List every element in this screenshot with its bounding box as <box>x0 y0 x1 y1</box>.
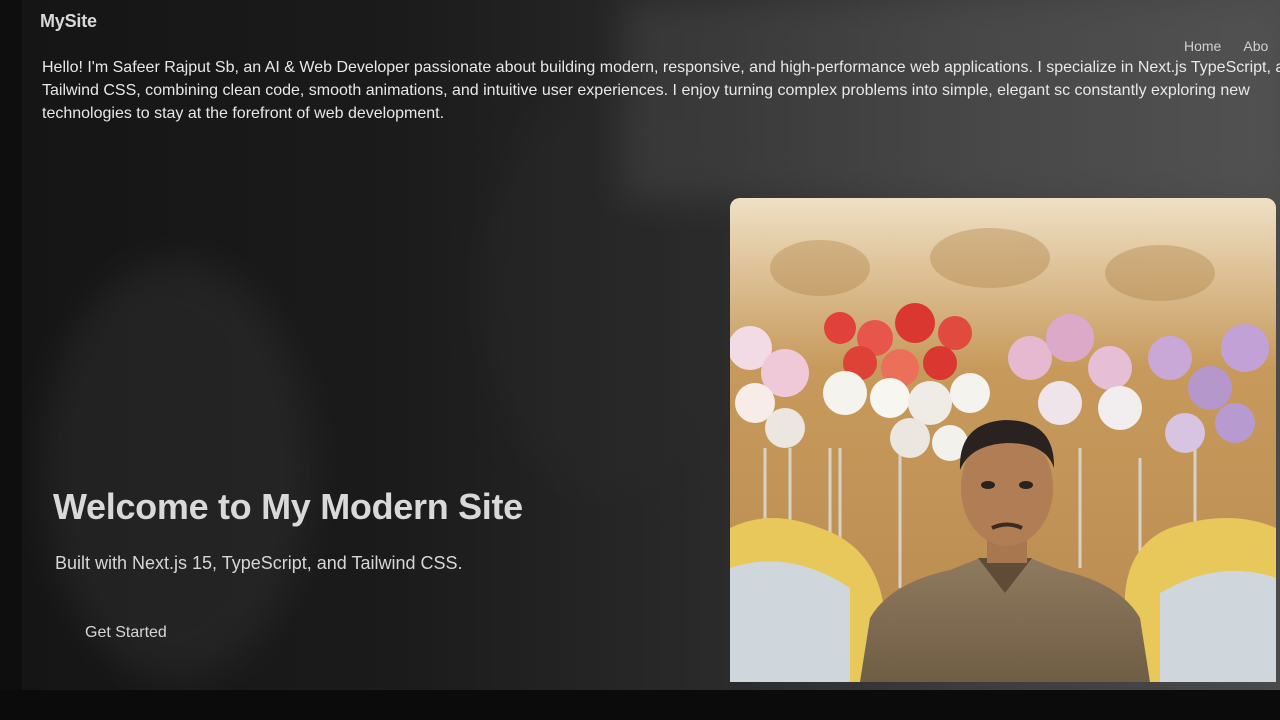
monitor-bezel <box>0 690 1280 720</box>
profile-photo <box>730 198 1276 682</box>
site-logo[interactable]: MySite <box>40 11 97 32</box>
hero-subtitle: Built with Next.js 15, TypeScript, and T… <box>55 553 463 573</box>
nav-link-about[interactable]: Abo <box>1243 38 1268 54</box>
nav-link-home[interactable]: Home <box>1184 38 1221 54</box>
screen-reflection <box>42 260 312 680</box>
intro-paragraph: Hello! I'm Safeer Rajput Sb, an AI & Web… <box>42 59 1280 122</box>
get-started-button[interactable]: Get Started <box>69 618 183 648</box>
website-screen: MySite Home Abo Hello! I'm Safeer Rajput… <box>22 0 1280 690</box>
hero-title: Welcome to My Modern Site <box>53 486 523 527</box>
profile-photo-illustration <box>730 198 1276 682</box>
top-nav: Home Abo <box>1184 38 1268 54</box>
